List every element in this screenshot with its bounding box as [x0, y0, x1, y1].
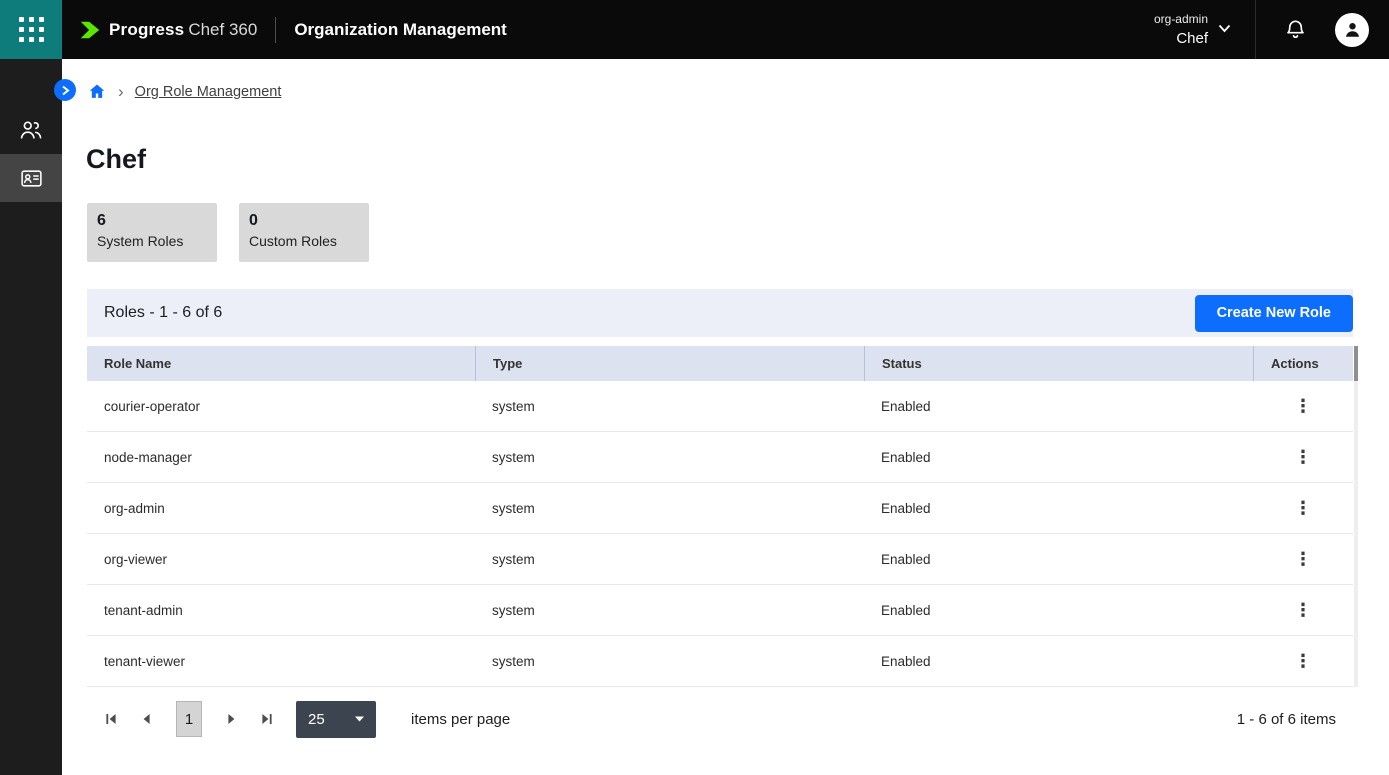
cell-status: Enabled [864, 450, 1253, 465]
cell-role-name: node-manager [87, 450, 475, 465]
cell-role-name: tenant-admin [87, 603, 475, 618]
next-page-button[interactable] [224, 712, 238, 726]
roles-panel: Roles - 1 - 6 of 6 Create New Role Role … [87, 289, 1353, 751]
table-row: node-manager system Enabled ⋮ [87, 432, 1353, 483]
topbar-divider [275, 17, 276, 43]
row-actions-kebab-icon[interactable]: ⋮ [1286, 548, 1320, 570]
brand-name-secondary: Chef 360 [188, 20, 257, 40]
org-role-label: org-admin [1154, 12, 1208, 26]
column-header-actions: Actions [1253, 346, 1353, 381]
progress-logo-icon [78, 18, 102, 42]
cell-status: Enabled [864, 603, 1253, 618]
cell-status: Enabled [864, 399, 1253, 414]
table-row: courier-operator system Enabled ⋮ [87, 381, 1353, 432]
row-actions-kebab-icon[interactable]: ⋮ [1286, 497, 1320, 519]
chevron-right-icon [61, 85, 70, 96]
next-page-icon [224, 712, 238, 726]
previous-page-button[interactable] [140, 712, 154, 726]
stat-label: Custom Roles [249, 233, 359, 249]
cell-role-name: tenant-viewer [87, 654, 475, 669]
row-actions-kebab-icon[interactable]: ⋮ [1286, 395, 1320, 417]
row-actions-kebab-icon[interactable]: ⋮ [1286, 650, 1320, 672]
column-header-type: Type [475, 346, 864, 381]
pagination-range-label: 1 - 6 of 6 items [1237, 711, 1336, 728]
sidebar-item-roles[interactable] [0, 154, 62, 202]
stat-value: 6 [97, 212, 207, 230]
breadcrumb-home-link[interactable] [87, 82, 107, 101]
notifications-button[interactable] [1284, 18, 1307, 41]
app-launcher-button[interactable] [0, 0, 62, 59]
table-footer: 1 25 items [87, 687, 1353, 751]
last-page-icon [260, 712, 274, 726]
cell-type: system [475, 603, 864, 618]
chevron-down-icon [1218, 24, 1231, 33]
table-row: tenant-admin system Enabled ⋮ [87, 585, 1353, 636]
sidebar-item-users[interactable] [0, 106, 62, 154]
brand-name-primary: Progress [109, 20, 184, 40]
cell-role-name: org-viewer [87, 552, 475, 567]
pagination: 1 25 items [104, 701, 510, 738]
role-badge-icon [19, 166, 44, 191]
app-grid-icon [19, 17, 44, 42]
stats-row: 6 System Roles 0 Custom Roles [87, 203, 369, 262]
cell-type: system [475, 654, 864, 669]
items-per-page-label: items per page [411, 711, 510, 728]
table-scrollbar[interactable] [1354, 346, 1358, 687]
org-name-label: Chef [1154, 30, 1208, 47]
roles-panel-header: Roles - 1 - 6 of 6 Create New Role [87, 289, 1353, 337]
table-header-row: Role Name Type Status Actions [87, 346, 1353, 381]
person-icon [1342, 19, 1363, 40]
org-switcher[interactable]: org-admin Chef [1154, 12, 1255, 47]
stat-card-system-roles: 6 System Roles [87, 203, 217, 262]
row-actions-kebab-icon[interactable]: ⋮ [1286, 446, 1320, 468]
cell-status: Enabled [864, 501, 1253, 516]
stat-label: System Roles [97, 233, 207, 249]
topbar: Progress Chef 360 Organization Managemen… [0, 0, 1389, 59]
items-per-page-value: 25 [308, 711, 325, 728]
sidebar-expand-button[interactable] [54, 79, 76, 101]
stat-value: 0 [249, 212, 359, 230]
page-title: Chef [86, 144, 146, 175]
column-header-status: Status [864, 346, 1253, 381]
roles-panel-title: Roles - 1 - 6 of 6 [104, 304, 222, 322]
scrollbar-thumb[interactable] [1354, 346, 1358, 381]
table-row: org-viewer system Enabled ⋮ [87, 534, 1353, 585]
breadcrumb-link-org-role-management[interactable]: Org Role Management [135, 84, 282, 100]
people-icon [18, 117, 44, 143]
bell-icon [1284, 18, 1307, 41]
cell-type: system [475, 399, 864, 414]
home-icon [87, 82, 107, 101]
previous-page-icon [140, 712, 154, 726]
cell-type: system [475, 450, 864, 465]
first-page-icon [104, 712, 118, 726]
last-page-button[interactable] [260, 712, 274, 726]
items-per-page-select[interactable]: 25 [296, 701, 376, 738]
org-block: org-admin Chef [1154, 12, 1208, 47]
first-page-button[interactable] [104, 712, 118, 726]
breadcrumb: › Org Role Management [87, 82, 281, 101]
cell-type: system [475, 501, 864, 516]
stat-card-custom-roles: 0 Custom Roles [239, 203, 369, 262]
app-title: Organization Management [294, 20, 507, 40]
breadcrumb-separator-icon: › [118, 83, 124, 100]
sidebar [0, 59, 62, 775]
create-new-role-button[interactable]: Create New Role [1195, 295, 1353, 332]
table-row: org-admin system Enabled ⋮ [87, 483, 1353, 534]
cell-role-name: courier-operator [87, 399, 475, 414]
row-actions-kebab-icon[interactable]: ⋮ [1286, 599, 1320, 621]
dropdown-caret-icon [355, 716, 364, 722]
topbar-separator [1255, 0, 1256, 59]
cell-status: Enabled [864, 552, 1253, 567]
topbar-right: org-admin Chef [1154, 0, 1389, 59]
brand-logo: Progress Chef 360 [78, 18, 257, 42]
current-page-button[interactable]: 1 [176, 701, 202, 737]
column-header-role-name: Role Name [87, 346, 475, 381]
main-content: › Org Role Management Chef 6 System Role… [62, 59, 1389, 775]
cell-type: system [475, 552, 864, 567]
cell-role-name: org-admin [87, 501, 475, 516]
user-avatar[interactable] [1335, 13, 1369, 47]
cell-status: Enabled [864, 654, 1253, 669]
table-row: tenant-viewer system Enabled ⋮ [87, 636, 1353, 687]
